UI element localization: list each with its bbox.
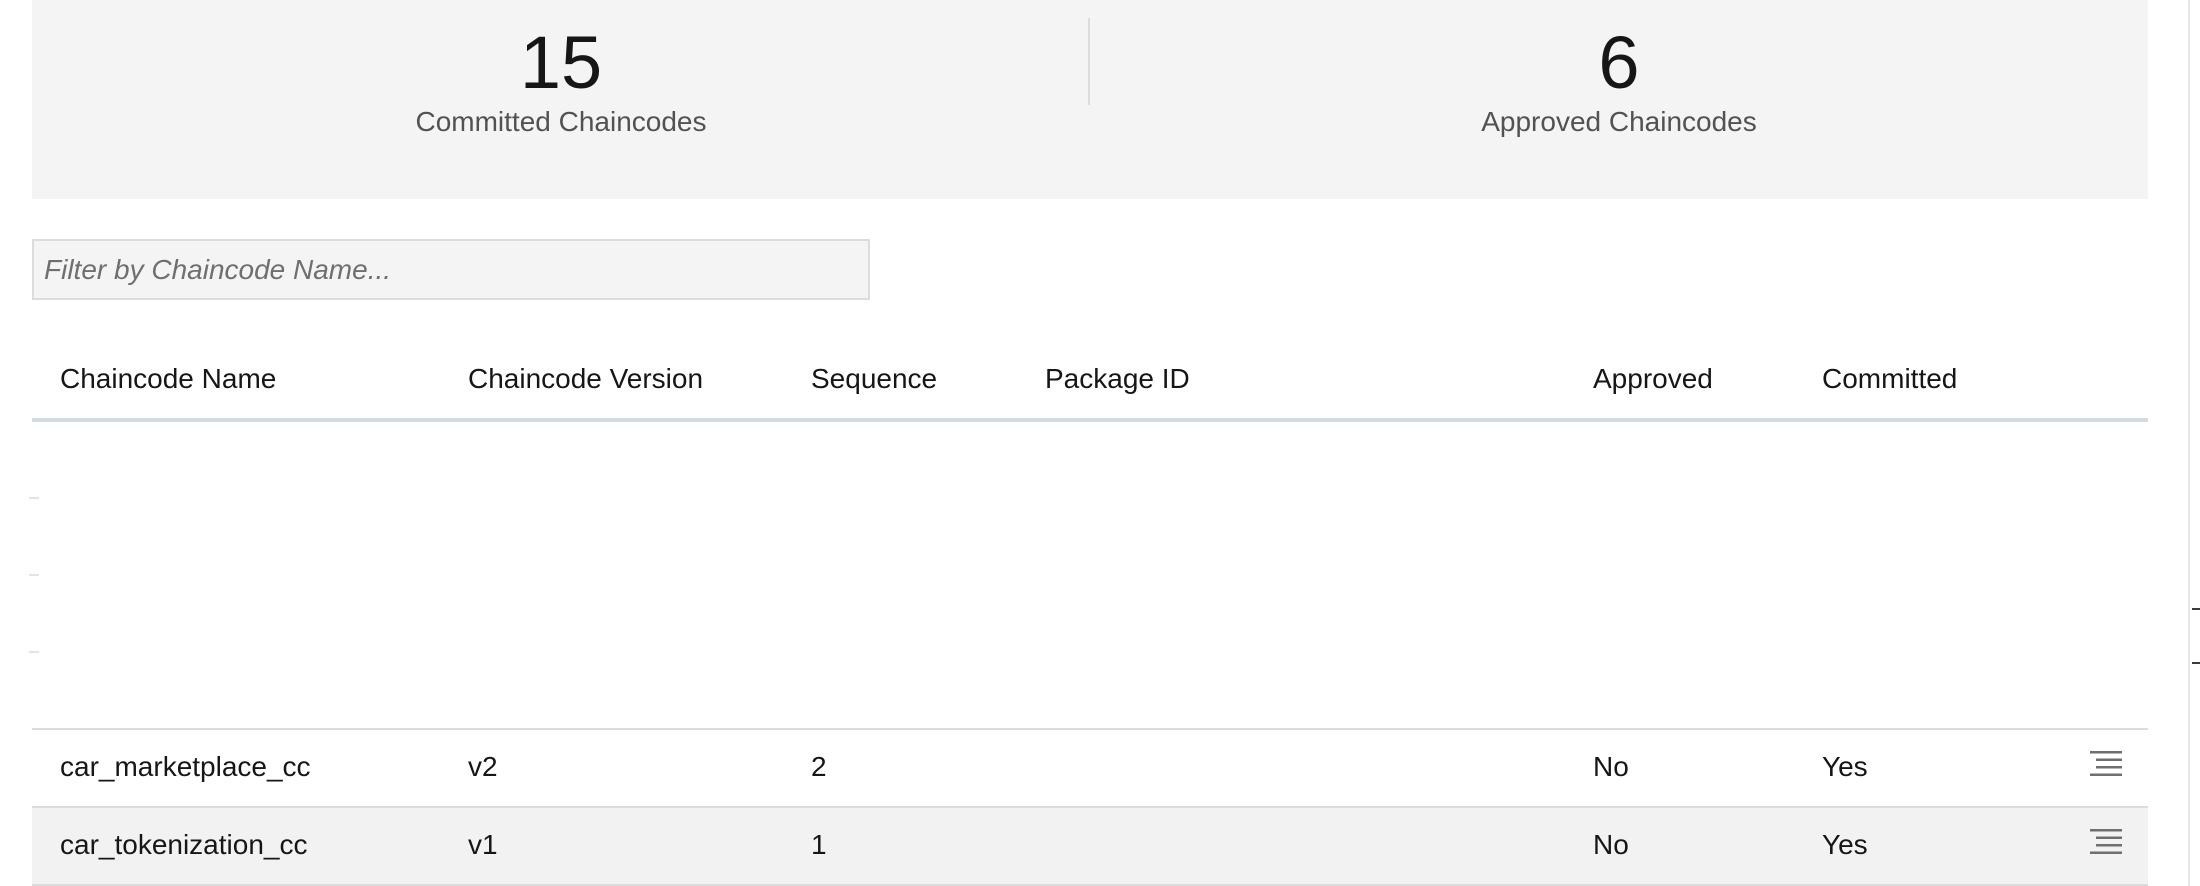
cell-sequence: 2: [811, 751, 827, 782]
cell-committed: Yes: [1822, 751, 1868, 782]
committed-label: Committed Chaincodes: [415, 106, 707, 137]
column-header-package-id[interactable]: Package ID: [1045, 362, 1190, 396]
cell-chaincode-name: car_marketplace_cc: [60, 751, 311, 782]
overflow-menu-icon[interactable]: [2088, 826, 2124, 862]
scrollbar-track[interactable]: [2188, 0, 2200, 886]
table-empty-rows: [29, 422, 2148, 728]
scrollbar-marker: [2192, 608, 2200, 610]
cell-sequence: 1: [811, 829, 827, 860]
table-header: Chaincode Name Chaincode Version Sequenc…: [32, 340, 2148, 422]
cell-chaincode-name: car_tokenization_cc: [60, 829, 308, 860]
row-divider-stub: [29, 497, 39, 499]
column-header-sequence[interactable]: Sequence: [811, 362, 937, 396]
row-divider-stub: [29, 651, 39, 653]
cell-approved: No: [1593, 751, 1629, 782]
row-divider-stub: [29, 574, 39, 576]
column-header-approved[interactable]: Approved: [1593, 362, 1713, 396]
approved-label: Approved Chaincodes: [1481, 106, 1757, 137]
column-header-version[interactable]: Chaincode Version: [468, 362, 703, 396]
cell-approved: No: [1593, 829, 1629, 860]
column-header-name[interactable]: Chaincode Name: [60, 362, 276, 396]
chaincodes-page: 15 Committed Chaincodes 6 Approved Chain…: [0, 0, 2200, 886]
committed-count: 15: [519, 21, 603, 104]
table-row[interactable]: car_tokenization_cc v1 1 No Yes: [32, 806, 2148, 886]
approved-count: 6: [1598, 21, 1640, 104]
committed-stat: 15 Committed Chaincodes: [32, 0, 1090, 199]
summary-panel: 15 Committed Chaincodes 6 Approved Chain…: [32, 0, 2148, 199]
chaincode-table: Chaincode Name Chaincode Version Sequenc…: [29, 340, 2148, 886]
scrollbar-marker: [2192, 662, 2200, 664]
column-header-committed[interactable]: Committed: [1822, 362, 1957, 396]
chaincode-filter-input[interactable]: [32, 239, 870, 300]
cell-chaincode-version: v2: [468, 751, 498, 782]
cell-chaincode-version: v1: [468, 829, 498, 860]
table-row[interactable]: car_marketplace_cc v2 2 No Yes: [32, 728, 2148, 806]
overflow-menu-icon[interactable]: [2088, 748, 2124, 784]
approved-stat: 6 Approved Chaincodes: [1090, 0, 2148, 199]
cell-committed: Yes: [1822, 829, 1868, 860]
